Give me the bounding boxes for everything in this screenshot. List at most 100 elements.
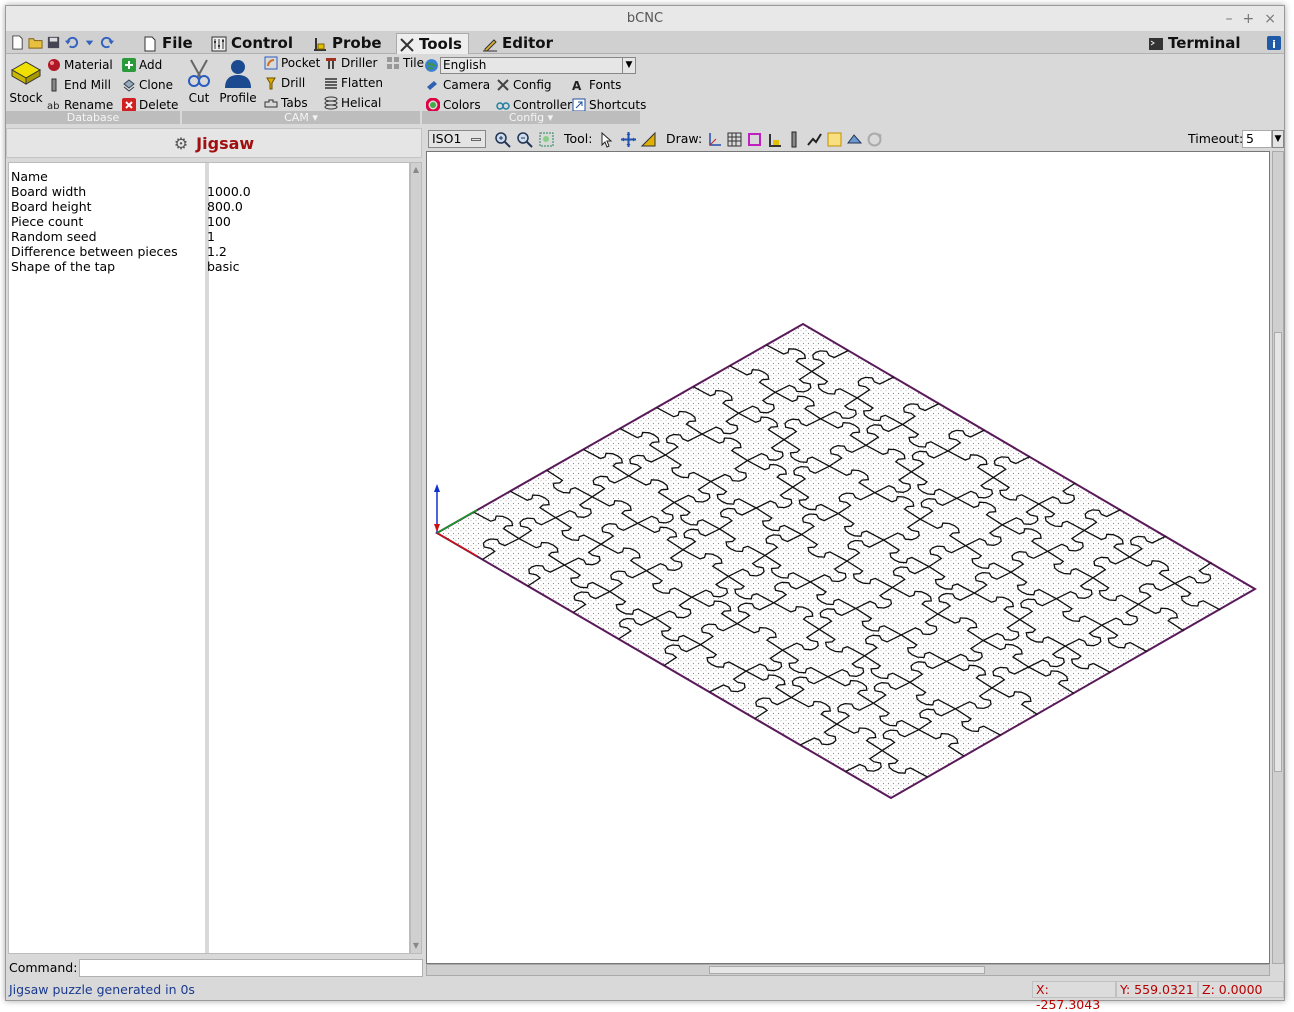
- tab-probe[interactable]: Probe: [310, 33, 382, 54]
- controller-button[interactable]: Controller: [496, 98, 572, 112]
- tile-button[interactable]: Tile: [386, 56, 424, 70]
- maximize-icon[interactable]: +: [1243, 6, 1255, 32]
- undo-icon[interactable]: [64, 35, 79, 50]
- tab-control[interactable]: Control: [209, 33, 293, 54]
- helical-button[interactable]: Helical: [324, 96, 381, 110]
- redo-icon[interactable]: [100, 35, 115, 50]
- shortcuts-button[interactable]: Shortcuts: [572, 98, 646, 112]
- language-select[interactable]: English ▼: [440, 57, 636, 74]
- probe-draw-icon[interactable]: [766, 131, 783, 148]
- gcode-canvas[interactable]: [426, 151, 1270, 964]
- view-dropdown-icon: [471, 138, 481, 141]
- zoom-in-icon[interactable]: [494, 131, 511, 148]
- pocket-button[interactable]: Pocket: [264, 56, 320, 70]
- camera-button[interactable]: Camera: [426, 78, 490, 92]
- property-key: Piece count: [11, 214, 84, 229]
- view-select[interactable]: ISO1: [428, 130, 486, 148]
- tabs-button[interactable]: Tabs: [264, 96, 308, 110]
- property-row[interactable]: Shape of the tap basic: [9, 259, 409, 274]
- tab-file[interactable]: File: [140, 33, 193, 54]
- tab-editor[interactable]: Editor: [480, 33, 553, 54]
- fonts-button[interactable]: A Fonts: [572, 78, 621, 92]
- property-row[interactable]: Board width 1000.0: [9, 184, 409, 199]
- colors-button[interactable]: Colors: [426, 98, 481, 112]
- driller-button[interactable]: Driller: [324, 56, 378, 70]
- scroll-down-icon[interactable]: ▼: [411, 940, 421, 952]
- scroll-up-icon[interactable]: ▲: [411, 164, 421, 176]
- rapid-icon[interactable]: [806, 131, 823, 148]
- command-input[interactable]: [79, 959, 423, 977]
- axes-icon[interactable]: [706, 131, 723, 148]
- property-row[interactable]: Difference between pieces 1.2: [9, 244, 409, 259]
- drill-button[interactable]: Drill: [264, 76, 305, 90]
- canvas-horizontal-scroll-thumb[interactable]: [709, 966, 985, 974]
- language-dropdown-icon[interactable]: ▼: [622, 58, 635, 73]
- open-folder-icon[interactable]: [28, 35, 43, 50]
- property-row[interactable]: Random seed 1: [9, 229, 409, 244]
- property-row[interactable]: Board height 800.0: [9, 199, 409, 214]
- profile-button[interactable]: Profile: [219, 58, 257, 105]
- zoom-out-icon[interactable]: [516, 131, 533, 148]
- column-separator[interactable]: [205, 163, 209, 953]
- refresh-icon[interactable]: [866, 131, 883, 148]
- rename-button[interactable]: ab Rename: [47, 98, 113, 112]
- minimize-icon[interactable]: –: [1226, 6, 1233, 32]
- info-icon[interactable]: i: [1266, 35, 1282, 51]
- tab-tools[interactable]: Tools: [396, 33, 469, 54]
- property-value[interactable]: 800.0: [207, 199, 243, 214]
- canvas-vertical-scrollbar[interactable]: [1272, 151, 1284, 964]
- add-button[interactable]: Add: [122, 58, 162, 72]
- flatten-button[interactable]: Flatten: [324, 76, 383, 90]
- y-coordinate: Y: 559.0321: [1116, 981, 1198, 998]
- tool-label: Tool:: [564, 131, 593, 146]
- property-key: Random seed: [11, 229, 97, 244]
- camera-draw-icon[interactable]: [826, 131, 843, 148]
- cam-group-title[interactable]: CAM ▾: [182, 111, 420, 124]
- property-row[interactable]: Name: [9, 169, 409, 184]
- tab-editor-label: Editor: [502, 34, 553, 52]
- close-icon[interactable]: ×: [1264, 6, 1276, 32]
- property-value[interactable]: 1000.0: [207, 184, 251, 199]
- undo-dropdown-icon[interactable]: [82, 35, 97, 50]
- grid-icon[interactable]: [726, 131, 743, 148]
- timeout-dropdown-icon[interactable]: ▼: [1272, 130, 1284, 148]
- select-pointer-icon[interactable]: [598, 131, 615, 148]
- draw-timeout-icon[interactable]: [846, 131, 863, 148]
- property-key: Board width: [11, 184, 87, 199]
- property-scrollbar[interactable]: ▲ ▼: [410, 162, 422, 954]
- panel-header: ⚙ Jigsaw: [6, 128, 422, 158]
- cut-button[interactable]: Cut: [184, 58, 214, 105]
- property-value[interactable]: basic: [207, 259, 239, 274]
- stock-icon: [10, 61, 42, 85]
- canvas-horizontal-scrollbar[interactable]: [426, 964, 1270, 976]
- flatten-icon: [325, 78, 337, 89]
- workarea-icon[interactable]: [786, 131, 803, 148]
- stock-button[interactable]: Stock: [8, 58, 44, 105]
- config-button[interactable]: Config: [496, 78, 552, 92]
- tool-properties-panel: ⚙ Jigsaw Name Board width 1000.0 Board he…: [6, 126, 424, 957]
- timeout-input[interactable]: 5: [1242, 130, 1272, 148]
- zoom-fit-icon[interactable]: [538, 131, 555, 148]
- save-icon[interactable]: [46, 35, 61, 50]
- property-value[interactable]: 1: [207, 229, 215, 244]
- canvas-vertical-scroll-thumb[interactable]: [1274, 332, 1282, 772]
- tab-terminal[interactable]: Terminal: [1146, 33, 1241, 54]
- config-group-title-text: Config: [508, 111, 545, 124]
- canvas-toolbar: ISO1 Tool: Draw: Timeout: 5 ▼: [426, 128, 1284, 150]
- config-group-title[interactable]: Config ▾: [422, 111, 640, 124]
- clone-button[interactable]: Clone: [122, 78, 173, 92]
- pan-icon[interactable]: [620, 131, 637, 148]
- new-file-icon[interactable]: [10, 35, 25, 50]
- material-button[interactable]: Material: [47, 58, 113, 72]
- ruler-icon[interactable]: [640, 131, 657, 148]
- database-group: Stock Material End Mill ab Rename Add Cl…: [6, 54, 180, 124]
- end-mill-button[interactable]: End Mill: [47, 78, 111, 92]
- profile-icon: [225, 60, 251, 88]
- property-value[interactable]: 1.2: [207, 244, 227, 259]
- add-icon: [122, 58, 136, 72]
- property-value[interactable]: 100: [207, 214, 231, 229]
- delete-button[interactable]: Delete: [122, 98, 178, 112]
- property-row[interactable]: Piece count 100: [9, 214, 409, 229]
- margins-icon[interactable]: [746, 131, 763, 148]
- drill-label: Drill: [281, 76, 306, 90]
